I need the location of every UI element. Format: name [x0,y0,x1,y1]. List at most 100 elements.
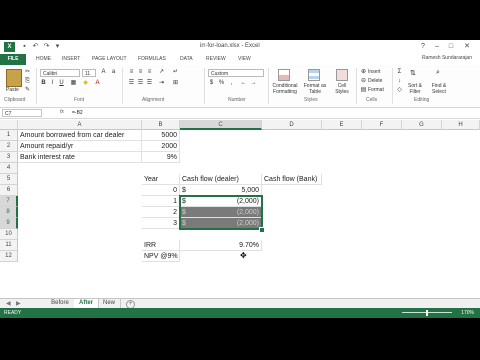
column-header-b[interactable]: B [142,120,180,130]
cell-c5[interactable]: Cash flow (dealer) [180,174,262,185]
cell-b7[interactable]: 1 [142,196,180,207]
column-header-d[interactable]: D [262,120,322,130]
align-top-icon[interactable]: ≡ [128,69,135,76]
row-header[interactable]: 10 [0,229,18,240]
clear-icon[interactable]: ◇ [396,87,403,94]
align-left-icon[interactable]: ☰ [128,80,135,87]
close-icon[interactable]: ✕ [462,42,472,51]
underline-icon[interactable]: U [58,80,65,87]
row-header[interactable]: 4 [0,163,18,174]
align-bottom-icon[interactable]: ≡ [146,69,153,76]
bold-icon[interactable]: B [40,80,47,87]
row-header[interactable]: 5 [0,174,18,185]
tab-formulas[interactable]: FORMULAS [138,55,166,64]
shrink-font-icon[interactable]: a [110,69,117,76]
cell-a3[interactable]: Bank interest rate [18,152,142,163]
insert-function-icon[interactable]: fx [60,109,64,115]
formula-input[interactable]: =-B2 [72,109,83,117]
fill-handle[interactable] [259,227,265,233]
conditional-formatting-button[interactable]: Conditional Formatting [270,83,300,95]
italic-icon[interactable]: I [49,80,56,87]
insert-cells-icon[interactable]: ⊕ [360,69,367,76]
customize-qat-icon[interactable]: ▾ [53,42,62,51]
redo-icon[interactable]: ↷ [42,42,51,51]
sheet-tab-before[interactable]: Before [46,299,75,308]
cell-styles-icon[interactable] [336,69,348,81]
tab-file[interactable]: FILE [0,54,26,65]
cell-b3[interactable]: 9% [142,152,180,163]
zoom-level[interactable]: 170% [461,308,474,318]
row-header[interactable]: 9 [0,218,18,229]
column-header-g[interactable]: G [402,120,442,130]
cell-c11[interactable]: 9.70% [180,240,262,251]
cell-b6[interactable]: 0 [142,185,180,196]
row-header[interactable]: 11 [0,240,18,251]
column-header-a[interactable]: A [18,120,142,130]
cell-b12[interactable]: NPV @9% [142,251,180,262]
user-name[interactable]: Ramesh Sundararajan [422,55,472,61]
cell-a2[interactable]: Amount repaid/yr [18,141,142,152]
cell-c9[interactable]: $ (2,000) [180,218,262,229]
tab-insert[interactable]: INSERT [62,55,80,64]
cell-b8[interactable]: 2 [142,207,180,218]
column-header-h[interactable]: H [442,120,480,130]
cell-b9[interactable]: 3 [142,218,180,229]
minimize-icon[interactable]: – [432,42,442,51]
cell-b5[interactable]: Year [142,174,180,185]
cell-d5[interactable]: Cash flow (Bank) [262,174,322,185]
tab-view[interactable]: VIEW [238,55,251,64]
format-as-table-button[interactable]: Format as Table [300,83,330,95]
autosum-icon[interactable]: Σ [396,69,403,76]
next-sheet-icon[interactable]: ▶ [16,300,21,307]
fill-color-icon[interactable]: ◆ [82,80,89,87]
format-cells-icon[interactable]: ▤ [360,87,367,94]
paste-button[interactable]: Paste [6,87,19,93]
column-header-c[interactable]: C [180,120,262,130]
cell-b1[interactable]: 5000 [142,130,180,141]
cell-c8[interactable]: $ (2,000) [180,207,262,218]
zoom-slider-knob[interactable] [426,310,428,316]
row-header[interactable]: 1 [0,130,18,141]
comma-style-icon[interactable]: , [228,80,235,87]
column-header-f[interactable]: F [362,120,402,130]
cell-c6[interactable]: $ 5,000 [180,185,262,196]
copy-icon[interactable]: ⎘ [24,78,31,85]
row-header[interactable]: 3 [0,152,18,163]
font-color-icon[interactable]: A [94,80,101,87]
name-box[interactable]: C7 [2,109,42,117]
cell-a1[interactable]: Amount borrowed from car dealer [18,130,142,141]
delete-button[interactable]: Delete [368,78,382,84]
accounting-format-icon[interactable]: $ [208,80,215,87]
cell-styles-button[interactable]: Cell Styles [332,83,352,95]
delete-cells-icon[interactable]: ⊖ [360,78,367,85]
row-header[interactable]: 12 [0,251,18,262]
row-header[interactable]: 6 [0,185,18,196]
format-as-table-icon[interactable] [308,69,320,81]
fill-icon[interactable]: ↓ [396,78,403,85]
grow-font-icon[interactable]: A [100,69,107,76]
sort-filter-button[interactable]: Sort & Filter [404,83,426,95]
format-button[interactable]: Format [368,87,384,93]
decrease-decimal-icon[interactable]: → [250,80,257,87]
align-middle-icon[interactable]: ≡ [137,69,144,76]
prev-sheet-icon[interactable]: ◀ [6,300,11,307]
cut-icon[interactable]: ✂ [24,69,31,76]
column-header-e[interactable]: E [322,120,362,130]
sheet-tab-new[interactable]: New [98,299,121,308]
row-header[interactable]: 8 [0,207,18,218]
help-icon[interactable]: ? [418,42,428,51]
tab-review[interactable]: REVIEW [206,55,226,64]
merge-center-icon[interactable]: ⊞ [172,80,179,87]
row-header[interactable]: 7 [0,196,18,207]
cell-c7[interactable]: $ (2,000) [180,196,262,207]
paste-icon[interactable] [6,69,22,87]
font-name-select[interactable]: Calibri [40,69,80,77]
increase-decimal-icon[interactable]: ← [240,80,247,87]
find-select-icon[interactable]: ⌕ [436,69,448,81]
align-center-icon[interactable]: ☰ [137,80,144,87]
row-header[interactable]: 2 [0,141,18,152]
cell-b2[interactable]: 2000 [142,141,180,152]
borders-icon[interactable]: ▦ [70,80,77,87]
indent-icon[interactable]: ⇥ [158,80,165,87]
percent-style-icon[interactable]: % [218,80,225,87]
